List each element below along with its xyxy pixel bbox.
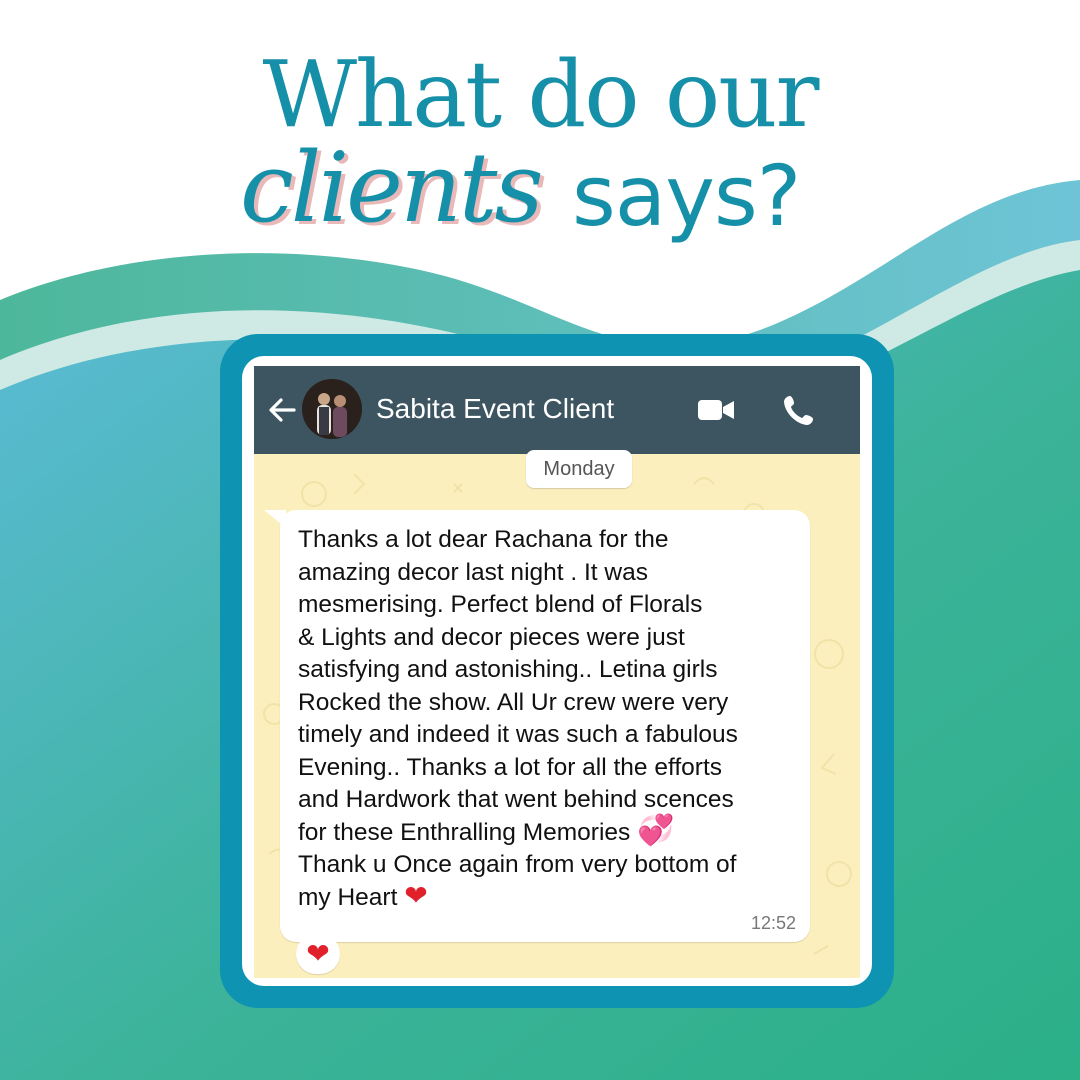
phone-icon[interactable] xyxy=(782,393,816,427)
day-separator-chip: Monday xyxy=(526,450,632,488)
screenshot-frame-inner: Sabita Event Client Monday Thanks a lot … xyxy=(242,356,872,986)
message-text-part1: Thanks a lot dear Rachana for the amazin… xyxy=(298,526,738,846)
arrow-left-icon[interactable] xyxy=(264,392,300,428)
chat-body: Monday Thanks a lot dear Rachana for the… xyxy=(254,450,860,978)
screenshot-frame: Sabita Event Client Monday Thanks a lot … xyxy=(220,334,894,1008)
avatar-photo xyxy=(302,379,362,439)
message-text: Thanks a lot dear Rachana for the amazin… xyxy=(298,524,798,914)
message-bubble[interactable]: Thanks a lot dear Rachana for the amazin… xyxy=(280,510,810,942)
chat-screen: Sabita Event Client Monday Thanks a lot … xyxy=(254,366,860,978)
contact-name[interactable]: Sabita Event Client xyxy=(376,392,614,426)
message-timestamp: 12:52 xyxy=(750,913,796,933)
avatar[interactable] xyxy=(302,379,362,439)
heart-reaction-icon: ❤ xyxy=(306,938,330,969)
message-text-part2: Thank u Once again from very bottom of m… xyxy=(298,851,737,911)
two-hearts-icon: 💞 xyxy=(637,813,675,847)
message-reaction[interactable]: ❤ xyxy=(296,934,340,974)
headline-script-word: clients xyxy=(240,132,544,244)
headline-line2-rest: says? xyxy=(572,147,801,245)
video-camera-icon[interactable] xyxy=(698,398,734,422)
red-heart-icon: ❤ xyxy=(404,879,428,911)
chat-header: Sabita Event Client xyxy=(254,366,860,454)
